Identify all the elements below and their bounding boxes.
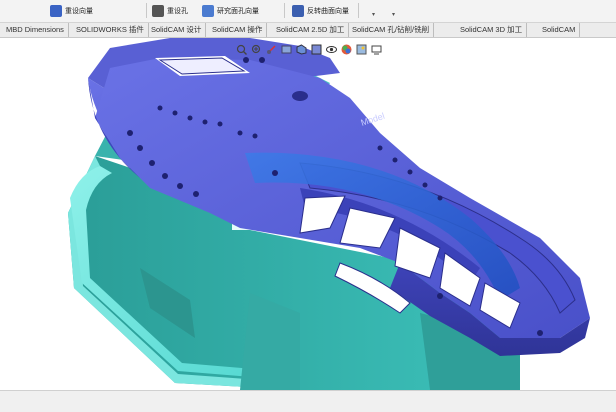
- section-view-icon[interactable]: [281, 42, 292, 54]
- reset-hole-button[interactable]: 重设孔: [152, 2, 188, 19]
- zoom-area-icon[interactable]: [251, 42, 262, 54]
- tab-solidcam-3d[interactable]: SolidCAM 3D 加工: [456, 23, 528, 37]
- zoom-fit-icon[interactable]: [236, 42, 247, 55]
- flip-surface-button[interactable]: 反转曲面向量: [292, 2, 349, 19]
- reset-hole-label: 重设孔: [167, 7, 188, 15]
- heads-up-view-toolbar: [236, 41, 382, 55]
- hole-icon: [152, 4, 164, 17]
- ribbon-dropdown-icon[interactable]: ▾: [372, 11, 375, 18]
- tab-solidcam-hole[interactable]: SolidCAM 孔/钻削/铣削: [348, 23, 435, 37]
- graphics-viewport[interactable]: Model: [0, 38, 616, 390]
- face-vector-label: 研究面孔向量: [217, 7, 259, 15]
- tab-solidcam-more[interactable]: SolidCAM: [538, 23, 581, 37]
- tab-solidcam-operations[interactable]: SolidCAM 操作: [208, 23, 268, 37]
- cad-model[interactable]: Model: [0, 38, 616, 390]
- flip-surface-label: 反转曲面向量: [307, 7, 349, 15]
- command-manager-tabs: MBD Dimensions SOLIDWORKS 插件 SolidCAM 设计…: [0, 23, 616, 38]
- scene-icon[interactable]: [356, 42, 367, 55]
- vector-icon: [50, 4, 62, 17]
- display-settings-icon[interactable]: [371, 42, 382, 55]
- display-style-icon[interactable]: [311, 42, 322, 55]
- view-orientation-icon[interactable]: [296, 42, 307, 55]
- reset-vector-label: 重设向量: [65, 7, 93, 15]
- hide-show-icon[interactable]: [326, 42, 337, 53]
- tab-solidcam-design[interactable]: SolidCAM 设计: [147, 23, 207, 37]
- command-ribbon: 重设向量 重设孔 研究面孔向量 反转曲面向量 ▾ ▾: [0, 0, 616, 23]
- reset-vector-button[interactable]: 重设向量: [50, 2, 93, 19]
- flip-surface-icon: [292, 4, 304, 17]
- face-vector-button[interactable]: 研究面孔向量: [202, 2, 259, 19]
- face-vector-icon: [202, 4, 214, 17]
- status-strip: [0, 390, 616, 412]
- appearance-icon[interactable]: [341, 42, 352, 55]
- ribbon-dropdown-icon-2[interactable]: ▾: [392, 11, 395, 18]
- tab-mbd-dimensions[interactable]: MBD Dimensions: [2, 23, 69, 37]
- previous-view-icon[interactable]: [266, 42, 277, 54]
- tab-solidworks-addins[interactable]: SOLIDWORKS 插件: [72, 23, 149, 37]
- tab-solidcam-2-5d[interactable]: SolidCAM 2.5D 加工: [272, 23, 350, 37]
